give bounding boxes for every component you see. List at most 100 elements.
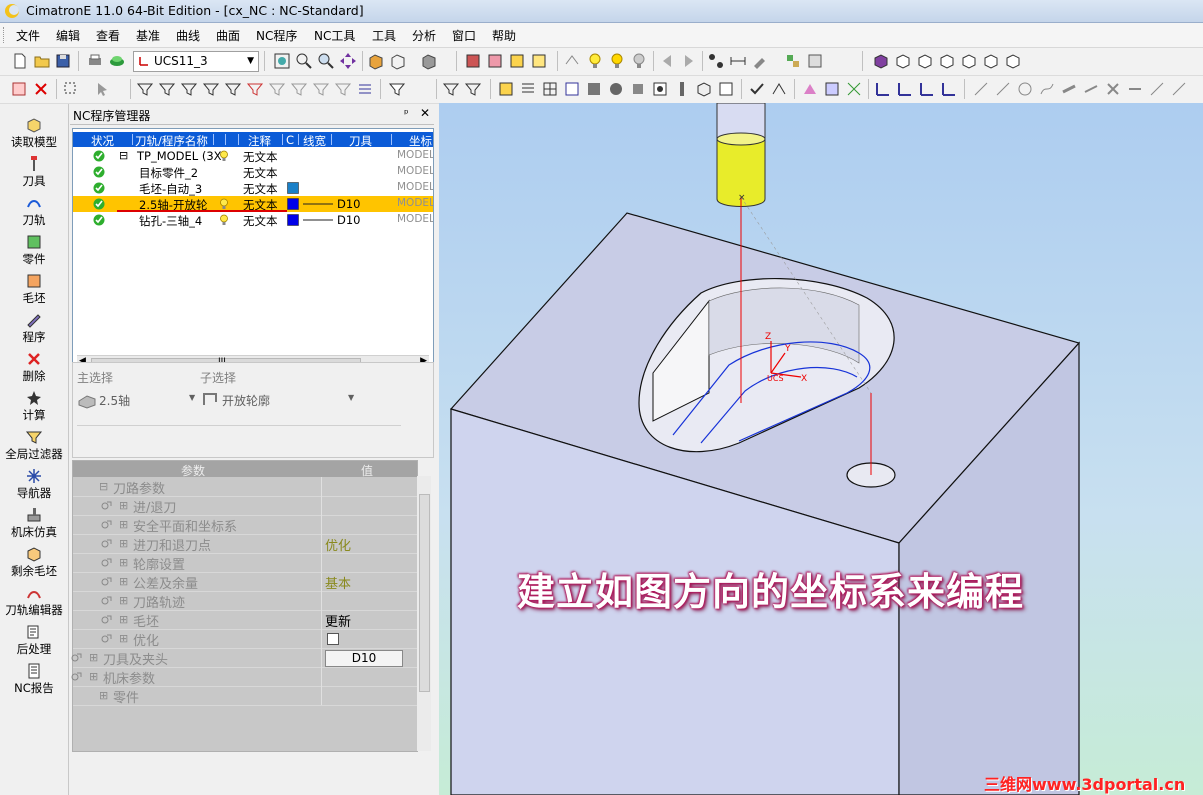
- toolpath-editor-button[interactable]: 刀轨编辑器: [0, 584, 68, 618]
- open-folder-icon[interactable]: [33, 52, 51, 70]
- parameter-row[interactable]: ⊞ 进/退刀: [73, 496, 417, 516]
- expand-toggle-icon[interactable]: ⊞: [119, 518, 128, 531]
- post-process-button[interactable]: 后处理: [0, 623, 68, 657]
- expand-toggle-icon[interactable]: ⊞: [119, 575, 128, 588]
- filter-datum-icon[interactable]: [312, 80, 330, 98]
- group-icon[interactable]: [806, 52, 824, 70]
- tree-row[interactable]: 目标零件_2 无文本 MODEL: [73, 164, 433, 180]
- menu-edit[interactable]: 编辑: [56, 27, 80, 44]
- optimize-checkbox[interactable]: [327, 633, 339, 645]
- filter-solid-icon[interactable]: [224, 80, 242, 98]
- parameter-row[interactable]: ⊞ 进刀和退刀点 优化: [73, 534, 417, 554]
- menu-file[interactable]: 文件: [16, 27, 40, 44]
- extend-icon[interactable]: [1170, 80, 1188, 98]
- col-coord[interactable]: 坐标: [409, 133, 432, 149]
- light-bulb-icon[interactable]: [586, 52, 604, 70]
- measure-icon[interactable]: [707, 52, 725, 70]
- join-icon[interactable]: [1126, 80, 1144, 98]
- stock-icon[interactable]: [695, 80, 713, 98]
- shaded-view-icon[interactable]: [367, 52, 385, 70]
- menu-view[interactable]: 查看: [96, 27, 120, 44]
- right-view-icon[interactable]: [960, 52, 978, 70]
- menu-help[interactable]: 帮助: [492, 27, 516, 44]
- filter-wire-icon[interactable]: [268, 80, 286, 98]
- tool-button[interactable]: 刀具: [0, 155, 68, 189]
- light-bulb-on-icon[interactable]: [608, 52, 626, 70]
- menu-nc-tools[interactable]: NC工具: [314, 27, 355, 44]
- tree-row[interactable]: 钻孔-三轴_4 无文本 D10 MODEL: [73, 212, 433, 228]
- filter-face-icon[interactable]: [180, 80, 198, 98]
- expand-toggle-icon[interactable]: ⊞: [119, 594, 128, 607]
- program-icon[interactable]: [717, 80, 735, 98]
- list-icon[interactable]: [519, 80, 537, 98]
- menu-window[interactable]: 窗口: [452, 27, 476, 44]
- object-icon[interactable]: [497, 80, 515, 98]
- menu-tools[interactable]: 工具: [372, 27, 396, 44]
- global-filter-button[interactable]: 全局过滤器: [0, 428, 68, 462]
- delete-curve-icon[interactable]: [1104, 80, 1122, 98]
- expand-toggle-icon[interactable]: ⊞: [119, 537, 128, 550]
- attribute-icon[interactable]: [784, 52, 802, 70]
- main-select-dropdown[interactable]: 2.5轴 ▼: [77, 389, 197, 409]
- filter-vertex-icon[interactable]: [464, 80, 482, 98]
- polyline-icon[interactable]: [994, 80, 1012, 98]
- tree-row[interactable]: 毛坯-自动_3 无文本 MODEL: [73, 180, 433, 196]
- cancel-select-icon[interactable]: [32, 80, 50, 98]
- render-mode-icon[interactable]: [420, 52, 438, 70]
- procedure-button[interactable]: 程序: [0, 311, 68, 345]
- col-c[interactable]: C: [286, 133, 294, 147]
- expand-toggle-icon[interactable]: ⊞: [89, 651, 98, 664]
- layer-view-icon[interactable]: [464, 52, 482, 70]
- graphics-viewport[interactable]: × Z Y X UCS 建立如图方向的坐标系来编程 三维网www.3dporta…: [439, 103, 1203, 795]
- axis-z-icon[interactable]: [918, 80, 936, 98]
- parameter-row[interactable]: ⊞ 刀具及夹头 D10: [71, 648, 417, 668]
- col-name[interactable]: 刀轨/程序名称: [135, 133, 208, 149]
- check-icon[interactable]: [748, 80, 766, 98]
- parameter-row[interactable]: ⊞ 优化: [73, 629, 417, 649]
- filter-reset-icon[interactable]: [356, 80, 374, 98]
- print-icon[interactable]: [86, 52, 104, 70]
- col-tool[interactable]: 刀具: [349, 133, 372, 149]
- parameter-row[interactable]: ⊞ 公差及余量 基本: [73, 572, 417, 592]
- surface-icon[interactable]: [585, 80, 603, 98]
- axis-y-icon[interactable]: [896, 80, 914, 98]
- wire-view-icon[interactable]: [389, 52, 407, 70]
- hole-icon[interactable]: [651, 80, 669, 98]
- remaining-stock-button[interactable]: 剩余毛坯: [0, 545, 68, 579]
- highlight-icon[interactable]: [508, 52, 526, 70]
- tool-icon[interactable]: [673, 80, 691, 98]
- zoom-fit-icon[interactable]: [273, 52, 291, 70]
- expand-toggle-icon[interactable]: ⊞: [89, 670, 98, 683]
- parameter-row[interactable]: ⊞ 轮廓设置: [73, 553, 417, 573]
- break-icon[interactable]: [1148, 80, 1166, 98]
- tool-select-button[interactable]: D10: [325, 650, 403, 667]
- mirror-icon[interactable]: [845, 80, 863, 98]
- cut-icon[interactable]: [823, 80, 841, 98]
- pan-icon[interactable]: [339, 52, 357, 70]
- filter-icon[interactable]: [564, 52, 582, 70]
- nc-report-button[interactable]: NC报告: [0, 662, 68, 696]
- filter-all-icon[interactable]: [136, 80, 154, 98]
- col-note[interactable]: 注释: [248, 133, 271, 149]
- expand-toggle-icon[interactable]: ⊞: [119, 556, 128, 569]
- light-bulb-off-icon[interactable]: [630, 52, 648, 70]
- parameter-value[interactable]: 基本: [325, 573, 351, 592]
- save-icon[interactable]: [54, 52, 72, 70]
- menu-analysis[interactable]: 分析: [412, 27, 436, 44]
- grid-icon[interactable]: [541, 80, 559, 98]
- parameter-row[interactable]: ⊞ 机床参数: [71, 667, 417, 687]
- iso-view-icon[interactable]: [872, 52, 890, 70]
- angle-icon[interactable]: [770, 80, 788, 98]
- expand-toggle-icon[interactable]: ⊞: [119, 632, 128, 645]
- load-model-button[interactable]: 读取模型: [0, 116, 68, 150]
- line-icon[interactable]: [972, 80, 990, 98]
- nc-pick-icon[interactable]: [10, 80, 28, 98]
- parameter-value[interactable]: 更新: [325, 611, 351, 630]
- toolpath-button[interactable]: 刀轨: [0, 194, 68, 228]
- axis-x-icon[interactable]: [940, 80, 958, 98]
- filter-toggle-icon[interactable]: [388, 80, 406, 98]
- filter-sketch-icon[interactable]: [290, 80, 308, 98]
- filter-pick-icon[interactable]: [442, 80, 460, 98]
- offset-icon[interactable]: [1060, 80, 1078, 98]
- stock-button[interactable]: 毛坯: [0, 272, 68, 306]
